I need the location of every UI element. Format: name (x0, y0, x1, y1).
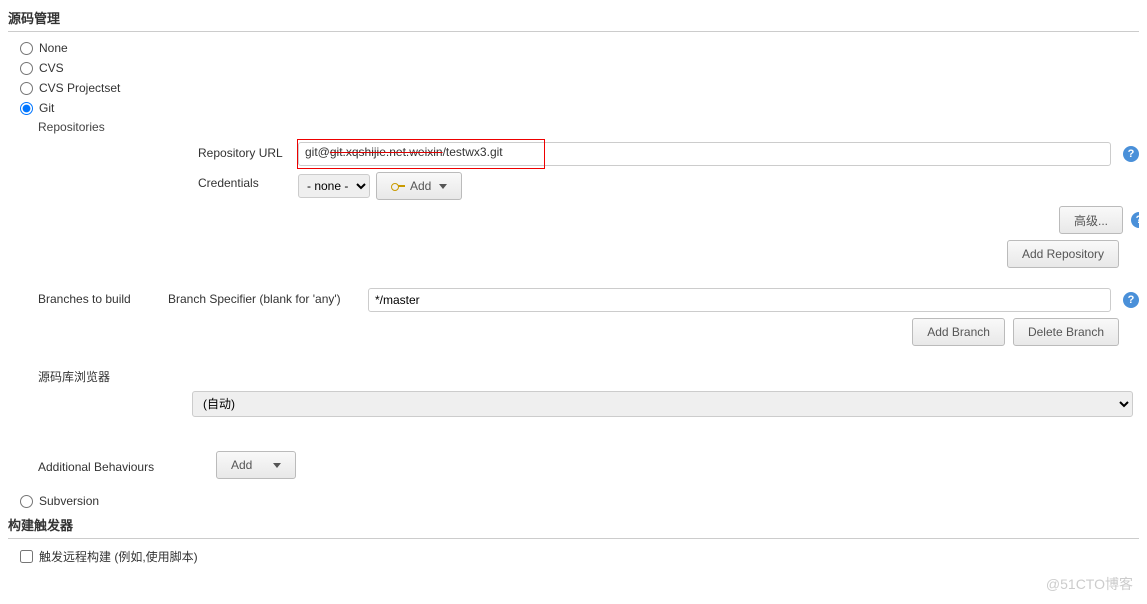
repo-browser-select[interactable]: (自动) (192, 391, 1133, 417)
label-subversion: Subversion (39, 494, 99, 508)
repo-url-prefix: git@ (305, 145, 330, 159)
watermark: @51CTO博客 (1046, 574, 1133, 594)
section-header-triggers: 构建触发器 (8, 511, 1139, 539)
branch-specifier-label: Branch Specifier (blank for 'any') (168, 288, 368, 306)
scm-option-subversion[interactable]: Subversion (8, 491, 1139, 511)
key-icon (391, 182, 405, 190)
radio-cvs-projectset[interactable] (20, 82, 33, 95)
help-icon[interactable]: ? (1123, 146, 1139, 162)
label-none: None (39, 41, 68, 55)
credentials-add-button[interactable]: Add (376, 172, 462, 200)
add-repository-button[interactable]: Add Repository (1007, 240, 1119, 268)
repo-url-wrap: git@git.xqshijie.net.weixin/testwx3.git (298, 142, 1111, 166)
credentials-select[interactable]: - none - (298, 174, 370, 198)
branches-label: Branches to build (8, 288, 168, 306)
additional-add-button[interactable]: Add (216, 451, 296, 479)
additional-add-label: Add (231, 458, 252, 472)
repo-url-label: Repository URL (8, 142, 298, 160)
credentials-label: Credentials (8, 172, 298, 190)
trigger-remote-build[interactable]: 触发远程构建 (例如,使用脚本) (8, 545, 1139, 568)
additional-behaviours-label: Additional Behaviours (8, 456, 192, 474)
radio-subversion[interactable] (20, 495, 33, 508)
radio-git[interactable] (20, 102, 33, 115)
scm-option-cvs[interactable]: CVS (8, 58, 1139, 78)
repo-browser-label: 源码库浏览器 (8, 364, 168, 385)
scm-option-git[interactable]: Git (8, 98, 1139, 118)
label-cvs: CVS (39, 61, 64, 75)
add-branch-button[interactable]: Add Branch (912, 318, 1005, 346)
help-icon[interactable]: ? (1123, 292, 1139, 308)
section-header-scm: 源码管理 (8, 4, 1139, 32)
label-git: Git (39, 101, 54, 115)
advanced-button[interactable]: 高级... (1059, 206, 1123, 234)
branch-specifier-input[interactable] (368, 288, 1111, 312)
delete-branch-button[interactable]: Delete Branch (1013, 318, 1119, 346)
checkbox-remote-build[interactable] (20, 550, 33, 563)
caret-down-icon (273, 463, 281, 468)
repo-url-redacted: git.xqshijie.net.weixin (330, 145, 443, 159)
repositories-label: Repositories (8, 118, 1139, 136)
scm-option-cvs-projectset[interactable]: CVS Projectset (8, 78, 1139, 98)
add-button-label: Add (410, 179, 431, 193)
label-cvs-projectset: CVS Projectset (39, 81, 120, 95)
repo-url-suffix: /testwx3.git (443, 145, 503, 159)
radio-none[interactable] (20, 42, 33, 55)
scm-option-none[interactable]: None (8, 38, 1139, 58)
caret-down-icon (439, 184, 447, 189)
help-icon-partial[interactable]: ? (1131, 212, 1139, 228)
label-remote-build: 触发远程构建 (例如,使用脚本) (39, 548, 198, 565)
repo-url-input[interactable]: git@git.xqshijie.net.weixin/testwx3.git (298, 142, 1111, 166)
radio-cvs[interactable] (20, 62, 33, 75)
